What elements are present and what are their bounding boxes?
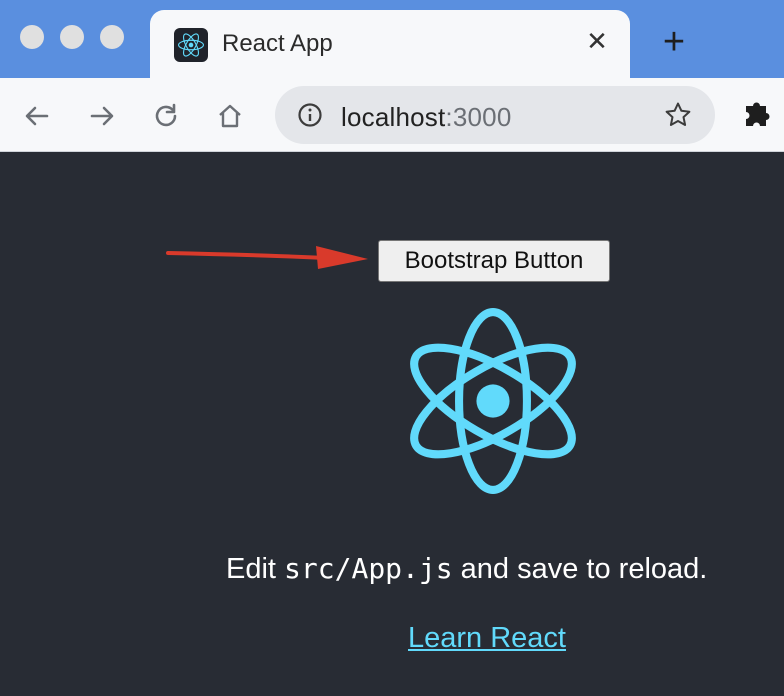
url-port: :3000	[445, 102, 512, 132]
edit-suffix: and save to reload.	[452, 553, 708, 585]
back-arrow-icon[interactable]	[17, 96, 57, 136]
url-host: localhost	[341, 102, 446, 132]
reload-icon[interactable]	[146, 96, 186, 136]
react-logo-icon	[174, 28, 208, 62]
window-zoom-dot[interactable]	[100, 25, 124, 49]
forward-arrow-icon[interactable]	[82, 96, 122, 136]
red-arrow-annotation	[166, 246, 368, 269]
edit-instruction: Edit src/App.js and save to reload.	[226, 552, 707, 586]
browser-toolbar: localhost:3000	[0, 78, 784, 152]
bootstrap-button[interactable]: Bootstrap Button	[378, 240, 610, 282]
browser-tabstrip: React App ✕ +	[0, 0, 784, 78]
info-icon[interactable]	[297, 102, 323, 128]
close-tab-icon[interactable]: ✕	[582, 26, 612, 56]
window-close-dot[interactable]	[20, 25, 44, 49]
window-minimize-dot[interactable]	[60, 25, 84, 49]
puzzle-piece-icon[interactable]	[740, 96, 776, 132]
edit-code: src/App.js	[284, 552, 453, 585]
edit-prefix: Edit	[226, 553, 285, 585]
react-logo	[410, 308, 576, 494]
page-content: Bootstrap Button Edit src/App.js and sav…	[0, 152, 784, 696]
learn-react-link[interactable]: Learn React	[408, 622, 566, 655]
browser-tab[interactable]: React App ✕	[150, 10, 630, 78]
address-bar[interactable]: localhost:3000	[275, 86, 715, 144]
url-text[interactable]: localhost:3000	[341, 102, 512, 133]
star-icon[interactable]	[663, 100, 693, 130]
new-tab-button[interactable]: +	[656, 23, 692, 61]
home-icon[interactable]	[210, 96, 250, 136]
tab-title: React App	[222, 30, 333, 57]
